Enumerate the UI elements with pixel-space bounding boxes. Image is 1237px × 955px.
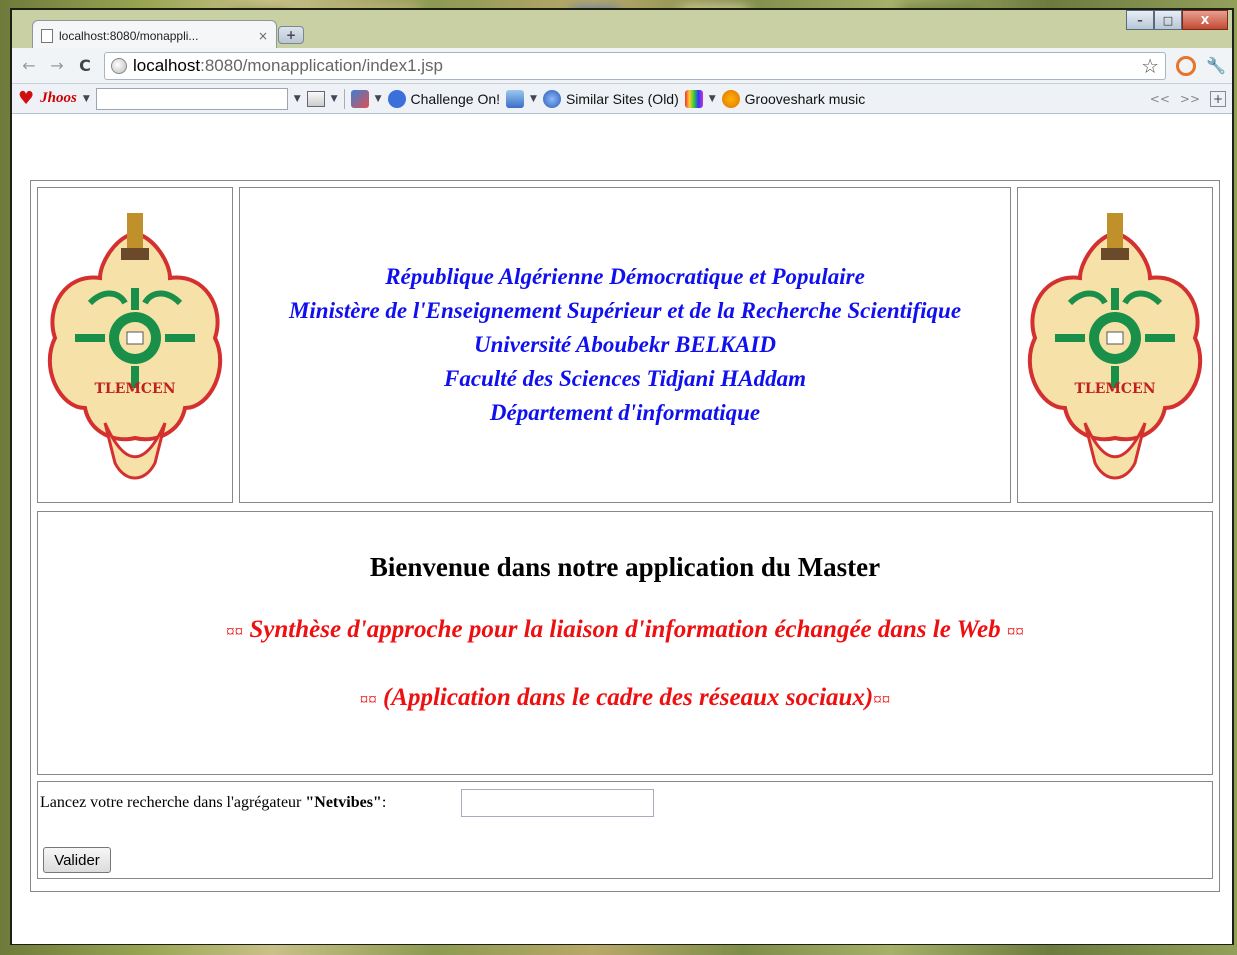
close-button[interactable]: X <box>1182 10 1228 30</box>
search-label-prefix: Lancez votre recherche dans l'agrégateur <box>40 794 306 811</box>
reload-icon[interactable]: C <box>76 56 94 75</box>
logo-right-cell: TLEMCEN <box>1017 187 1213 503</box>
university-logo-icon: TLEMCEN <box>47 213 223 480</box>
url-host: localhost <box>133 55 201 75</box>
dropdown-arrow-icon[interactable]: ▼ <box>83 94 90 104</box>
tab-title: localhost:8080/monappli... <box>59 28 199 43</box>
wrench-icon[interactable]: 🔧 <box>1206 56 1226 75</box>
grooveshark-icon <box>721 89 740 108</box>
search-label-suffix: : <box>381 794 387 811</box>
toolbar-item-label: Grooveshark music <box>744 90 866 107</box>
minimize-button[interactable]: – <box>1126 10 1154 30</box>
dropdown-arrow-icon[interactable]: ▼ <box>375 94 382 104</box>
dropdown-arrow-icon[interactable]: ▼ <box>294 94 301 104</box>
toolbar-item-label: Similar Sites (Old) <box>565 90 679 107</box>
netvibes-search-input[interactable] <box>461 789 654 817</box>
university-logo-icon: TLEMCEN <box>1027 213 1203 480</box>
header-line-faculty: Faculté des Sciences Tidjani HAddam <box>443 366 807 391</box>
valider-button[interactable]: Valider <box>43 847 111 873</box>
page-viewport: TLEMCEN République Algérienne Démocratiq… <box>12 114 1232 944</box>
project-subtitle-line: ¤¤ (Application dans le cadre des réseau… <box>38 684 1212 712</box>
welcome-title: Bienvenue dans notre application du Mast… <box>369 552 881 582</box>
search-section: Lancez votre recherche dans l'agrégateur… <box>37 781 1213 879</box>
toolbar-item-similar-sites[interactable]: Similar Sites (Old) <box>542 89 679 108</box>
browser-window: localhost:8080/monappli... × + – □ X ← →… <box>10 8 1234 945</box>
window-controls: – □ X <box>1126 10 1228 32</box>
jhoos-brand[interactable]: Jhoos <box>40 90 77 107</box>
dropdown-arrow-icon[interactable]: ▼ <box>530 94 537 104</box>
extension-toolbar: ♥ Jhoos ▼ ▼ ▼ ▼ Challenge On! ▼ Similar … <box>12 84 1232 114</box>
back-arrow-icon[interactable]: ← <box>20 56 38 75</box>
tab-active[interactable]: localhost:8080/monappli... × <box>32 20 277 50</box>
ornament-left: ¤¤ <box>226 622 244 641</box>
maximize-button[interactable]: □ <box>1154 10 1182 30</box>
page-table: TLEMCEN République Algérienne Démocratiq… <box>30 180 1220 892</box>
ornament-right: ¤¤ <box>873 690 891 709</box>
toolbar-item-label: Challenge On! <box>410 90 501 107</box>
project-title-line: ¤¤ Synthèse d'approche pour la liaison d… <box>38 616 1212 644</box>
svg-text:TLEMCEN: TLEMCEN <box>1074 381 1155 397</box>
forward-arrow-icon[interactable]: → <box>48 56 66 75</box>
new-tab-button[interactable]: + <box>278 26 304 44</box>
url-text: localhost:8080/monapplication/index1.jsp <box>133 56 443 76</box>
url-path: :8080/monapplication/index1.jsp <box>200 55 443 75</box>
divider <box>343 88 345 109</box>
logo-left-cell: TLEMCEN <box>37 187 233 503</box>
institution-header: République Algérienne Démocratique et Po… <box>239 187 1011 503</box>
search-label-netvibes: "Netvibes" <box>305 794 382 811</box>
header-line-republic: République Algérienne Démocratique et Po… <box>385 264 865 289</box>
ornament-right: ¤¤ <box>1006 622 1024 641</box>
bookmark-star-icon[interactable]: ☆ <box>1141 54 1159 78</box>
go-icon[interactable] <box>306 90 325 107</box>
project-title: Synthèse d'approche pour la liaison d'in… <box>249 616 1001 643</box>
dropdown-arrow-icon[interactable]: ▼ <box>331 94 338 104</box>
gamepad-icon <box>387 89 406 108</box>
search-label: Lancez votre recherche dans l'agrégateur… <box>40 794 386 812</box>
address-bar[interactable]: localhost:8080/monapplication/index1.jsp… <box>104 51 1166 80</box>
page-icon <box>41 28 53 43</box>
toolbar-overflow: << >> + <box>1150 90 1226 107</box>
extension-ring-icon[interactable] <box>1176 55 1196 76</box>
game-icon[interactable] <box>350 89 369 108</box>
header-line-university: Université Aboubekr BELKAID <box>473 332 776 357</box>
tab-strip: localhost:8080/monappli... × + – □ X <box>12 10 1232 50</box>
project-subtitle: (Application dans le cadre des réseaux s… <box>382 684 874 711</box>
globe-icon <box>111 57 127 74</box>
apps-icon[interactable] <box>506 89 525 108</box>
header-line-ministry: Ministère de l'Enseignement Supérieur et… <box>288 298 962 323</box>
similar-sites-icon <box>542 89 561 108</box>
dropdown-arrow-icon[interactable]: ▼ <box>709 94 716 104</box>
jhoos-search-input[interactable] <box>95 87 288 110</box>
header-line-department: Département d'informatique <box>489 400 761 425</box>
heart-icon: ♥ <box>18 88 35 109</box>
prev-chevron-icon[interactable]: << <box>1150 92 1170 106</box>
add-icon[interactable]: + <box>1210 90 1226 107</box>
next-chevron-icon[interactable]: >> <box>1180 92 1200 106</box>
ornament-left: ¤¤ <box>359 690 377 709</box>
welcome-section: Bienvenue dans notre application du Mast… <box>37 511 1213 775</box>
tv-icon[interactable] <box>684 89 703 108</box>
svg-text:TLEMCEN: TLEMCEN <box>94 381 175 397</box>
tab-close-icon[interactable]: × <box>258 29 268 43</box>
toolbar-item-challenge[interactable]: Challenge On! <box>387 89 501 108</box>
navigation-toolbar: ← → C localhost:8080/monapplication/inde… <box>12 48 1232 84</box>
toolbar-item-grooveshark[interactable]: Grooveshark music <box>721 89 866 108</box>
